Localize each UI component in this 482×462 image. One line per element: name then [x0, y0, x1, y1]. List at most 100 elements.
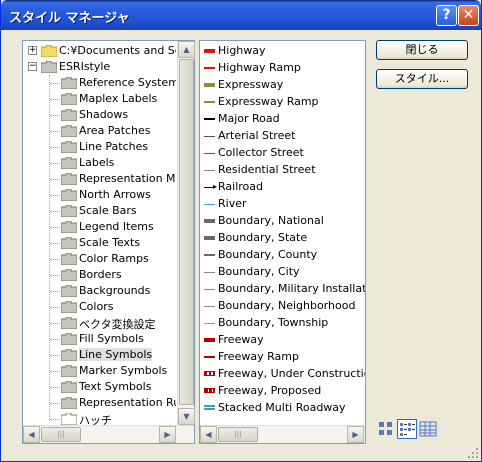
folder-icon: [61, 93, 77, 105]
tree-node-style-category[interactable]: Text Symbols: [23, 379, 176, 395]
tree-node-style-category[interactable]: Line Patches: [23, 139, 176, 155]
symbol-list-item[interactable]: ▸ Railroad: [200, 179, 365, 195]
tree-node-style-category[interactable]: Colors: [23, 299, 176, 315]
folder-icon: [61, 125, 77, 137]
tree-node-style-category[interactable]: Scale Bars: [23, 203, 176, 219]
tree-node-style-category[interactable]: Labels: [23, 155, 176, 171]
tree-node-style-category[interactable]: Representation Rules: [23, 395, 176, 411]
line-symbol-swatch-icon: [204, 371, 215, 376]
tree-node-style-category[interactable]: Backgrounds: [23, 283, 176, 299]
symbol-label: Major Road: [218, 112, 280, 125]
folder-icon: [61, 109, 77, 121]
tree-node-style-category[interactable]: Area Patches: [23, 123, 176, 139]
symbol-list-item[interactable]: Boundary, State: [200, 230, 365, 246]
scroll-right-icon[interactable]: ▶: [159, 426, 176, 443]
symbol-list-item[interactable]: River: [200, 196, 365, 212]
tree-node-style-category[interactable]: Reference Systems: [23, 75, 176, 91]
symbol-list-item[interactable]: Boundary, Township: [200, 315, 365, 331]
symbol-list-item[interactable]: Boundary, Neighborhood: [200, 298, 365, 314]
symbol-label: Freeway: [218, 333, 264, 346]
close-button[interactable]: 閉じる: [376, 40, 468, 60]
folder-icon: [61, 365, 77, 377]
tree-node-style-category[interactable]: Legend Items: [23, 219, 176, 235]
tree-connector: [50, 227, 60, 228]
tree-node-label: Scale Bars: [79, 204, 137, 217]
symbol-list-item[interactable]: Freeway: [200, 332, 365, 348]
tree-node-style-category[interactable]: Shadows: [23, 107, 176, 123]
symbol-label: Boundary, National: [218, 214, 324, 227]
line-symbol-swatch-icon: [204, 136, 215, 137]
symbol-list-item[interactable]: Freeway, Under Construction: [200, 366, 365, 382]
symbol-label: Railroad: [218, 180, 263, 193]
tree-node-style-category[interactable]: Line Symbols: [23, 347, 176, 363]
tree-connector: [50, 147, 60, 148]
large-icons-view-icon[interactable]: [376, 419, 396, 439]
scroll-thumb[interactable]: |||: [218, 427, 258, 442]
symbol-label: Highway: [218, 44, 266, 57]
tree-node-style-category[interactable]: Maplex Labels: [23, 91, 176, 107]
title-bar[interactable]: スタイル マネージャ ? ✕: [1, 0, 481, 30]
tree-connector: [50, 163, 60, 164]
list-view-icon[interactable]: [397, 419, 417, 439]
symbol-list-item[interactable]: Highway Ramp: [200, 60, 365, 76]
scroll-right-icon[interactable]: ▶: [347, 426, 364, 443]
scroll-thumb[interactable]: |||: [41, 427, 81, 442]
tree-node-style-category[interactable]: Fill Symbols: [23, 331, 176, 347]
symbol-list-item[interactable]: Boundary, National: [200, 213, 365, 229]
scroll-left-icon[interactable]: ◀: [23, 426, 40, 443]
scroll-up-icon[interactable]: ▲: [178, 41, 195, 58]
tree-node-style-category[interactable]: Color Ramps: [23, 251, 176, 267]
tree-node-label: C:¥Documents and Setti: [59, 44, 176, 57]
tree-node-label: Area Patches: [79, 124, 151, 137]
tree-node-style-category[interactable]: Marker Symbols: [23, 363, 176, 379]
symbol-list: Highway Highway Ramp Expressway Expressway …: [200, 41, 365, 425]
symbol-label: Boundary, Neighborhood: [218, 299, 356, 312]
scroll-thumb[interactable]: [179, 59, 194, 405]
symbol-list-item[interactable]: Arterial Street: [200, 128, 365, 144]
tree-node-label: ESRIstyle: [59, 60, 111, 73]
symbol-list-item[interactable]: Stacked Multi Roadway: [200, 400, 365, 416]
tree-node-style-category[interactable]: Borders: [23, 267, 176, 283]
expand-icon[interactable]: +: [28, 46, 37, 55]
symbol-list-item[interactable]: Major Road: [200, 111, 365, 127]
window-title: スタイル マネージャ: [9, 11, 130, 26]
symbol-list-item[interactable]: Expressway Ramp: [200, 94, 365, 110]
symbol-list-item[interactable]: Boundary, City: [200, 264, 365, 280]
tree-vertical-scrollbar[interactable]: ▲ ▼: [177, 41, 195, 425]
scroll-left-icon[interactable]: ◀: [200, 426, 217, 443]
symbol-list-item[interactable]: Highway: [200, 43, 365, 59]
tree-node-style-category[interactable]: Representation Mark: [23, 171, 176, 187]
symbol-label: Boundary, Township: [218, 316, 329, 329]
line-symbol-swatch-icon: [204, 289, 215, 290]
help-button[interactable]: ?: [436, 5, 457, 26]
list-horizontal-scrollbar[interactable]: ◀ ||| ▶: [200, 425, 365, 443]
tree-node-esristyle[interactable]: − ESRIstyle: [23, 59, 176, 75]
symbol-list-item[interactable]: Residential Street: [200, 162, 365, 178]
symbol-list-item[interactable]: Collector Street: [200, 145, 365, 161]
line-symbol-swatch-icon: [204, 338, 215, 342]
styles-button[interactable]: スタイル...: [376, 69, 468, 89]
tree-horizontal-scrollbar[interactable]: ◀ ||| ▶: [23, 425, 194, 443]
tree-node-documents[interactable]: + C:¥Documents and Setti: [23, 43, 176, 59]
symbol-list-item[interactable]: Freeway, Proposed: [200, 383, 365, 399]
tree-connector: [50, 275, 60, 276]
tree-node-style-category[interactable]: North Arrows: [23, 187, 176, 203]
collapse-icon[interactable]: −: [28, 62, 37, 71]
close-window-button[interactable]: ✕: [458, 5, 479, 26]
symbol-label: Highway Ramp: [218, 61, 301, 74]
symbol-list-item[interactable]: Boundary, Military Installation: [200, 281, 365, 297]
resize-grip-icon[interactable]: [467, 447, 479, 459]
tree-node-label: Backgrounds: [79, 284, 151, 297]
tree-node-label: Shadows: [79, 108, 129, 121]
symbol-list-item[interactable]: Freeway Ramp: [200, 349, 365, 365]
scroll-down-icon[interactable]: ▼: [178, 408, 195, 425]
tree-node-style-category[interactable]: ハッチ: [23, 411, 176, 425]
tree-node-style-category[interactable]: Scale Texts: [23, 235, 176, 251]
folder-icon: [61, 237, 77, 249]
symbol-list-item[interactable]: Boundary, County: [200, 247, 365, 263]
symbol-list-item[interactable]: Expressway: [200, 77, 365, 93]
folder-icon: [61, 253, 77, 265]
folder-icon: [61, 413, 77, 425]
details-view-icon[interactable]: [418, 419, 438, 439]
tree-node-style-category[interactable]: ベクタ変換設定: [23, 315, 176, 331]
